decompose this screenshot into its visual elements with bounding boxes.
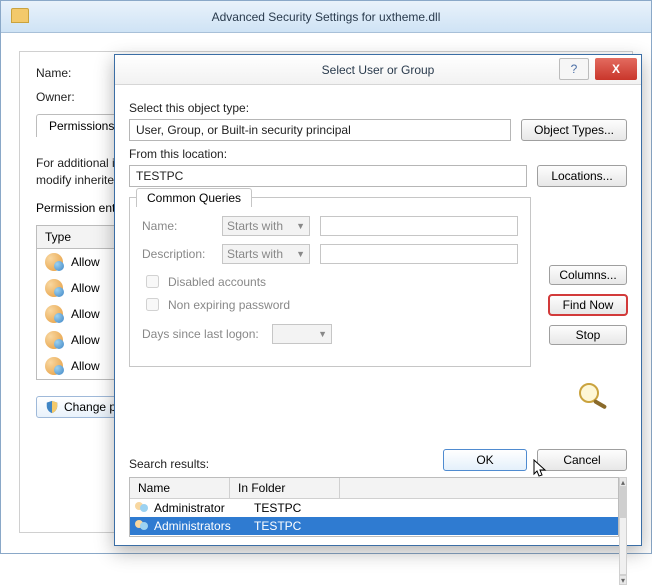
object-types-button[interactable]: Object Types... xyxy=(521,119,627,141)
cq-desc-label: Description: xyxy=(142,247,212,261)
folder-icon xyxy=(11,8,29,23)
principal-icon xyxy=(134,519,150,533)
search-results-label: Search results: xyxy=(129,457,209,471)
find-now-button[interactable]: Find Now xyxy=(549,295,627,315)
name-label: Name: xyxy=(36,66,106,80)
scrollbar-thumb[interactable] xyxy=(620,488,626,518)
chevron-down-icon: ▼ xyxy=(296,221,305,231)
stop-button[interactable]: Stop xyxy=(549,325,627,345)
help-button[interactable]: ? xyxy=(559,58,589,80)
user-group-icon xyxy=(45,357,63,375)
dialog-titlebar: Select User or Group ? X xyxy=(115,55,641,85)
object-type-label: Select this object type: xyxy=(129,101,627,115)
search-icon xyxy=(575,381,615,409)
result-row[interactable]: AdministratorTESTPC xyxy=(130,499,618,517)
col-folder[interactable]: In Folder xyxy=(230,478,340,498)
results-scrollbar[interactable] xyxy=(619,487,627,575)
chevron-down-icon: ▼ xyxy=(318,329,327,339)
non-expiring-checkbox[interactable]: Non expiring password xyxy=(142,295,518,314)
user-group-icon xyxy=(45,305,63,323)
chevron-down-icon: ▼ xyxy=(296,249,305,259)
select-user-group-dialog: Select User or Group ? X Select this obj… xyxy=(114,54,642,546)
tab-common-queries[interactable]: Common Queries xyxy=(136,188,252,207)
common-queries-panel: Common Queries Name: Starts with▼ Descri… xyxy=(129,197,531,367)
columns-button[interactable]: Columns... xyxy=(549,265,627,285)
name-mode-combo[interactable]: Starts with▼ xyxy=(222,216,310,236)
cursor-icon xyxy=(533,459,547,477)
close-button[interactable]: X xyxy=(595,58,637,80)
disabled-accounts-checkbox[interactable]: Disabled accounts xyxy=(142,272,518,291)
desc-input[interactable] xyxy=(320,244,518,264)
name-input[interactable] xyxy=(320,216,518,236)
owner-label: Owner: xyxy=(36,90,106,104)
cancel-button[interactable]: Cancel xyxy=(537,449,627,471)
bg-title: Advanced Security Settings for uxtheme.d… xyxy=(212,10,441,24)
ok-button[interactable]: OK xyxy=(443,449,527,471)
days-since-label: Days since last logon: xyxy=(142,327,262,341)
location-field[interactable]: TESTPC xyxy=(129,165,527,187)
result-row[interactable]: ALL APPLICA... xyxy=(130,535,618,537)
location-label: From this location: xyxy=(129,147,627,161)
search-results-list[interactable]: Name In Folder AdministratorTESTPCAdmini… xyxy=(129,477,619,537)
dialog-title: Select User or Group xyxy=(322,63,435,77)
bg-titlebar: Advanced Security Settings for uxtheme.d… xyxy=(1,1,651,33)
cq-name-label: Name: xyxy=(142,219,212,233)
col-name[interactable]: Name xyxy=(130,478,230,498)
locations-button[interactable]: Locations... xyxy=(537,165,627,187)
days-since-combo[interactable]: ▼ xyxy=(272,324,332,344)
shield-icon xyxy=(45,400,59,414)
user-group-icon xyxy=(45,331,63,349)
desc-mode-combo[interactable]: Starts with▼ xyxy=(222,244,310,264)
result-row[interactable]: AdministratorsTESTPC xyxy=(130,517,618,535)
scroll-down-button[interactable]: ▾ xyxy=(619,575,627,585)
type-header[interactable]: Type xyxy=(45,230,125,244)
user-group-icon xyxy=(45,253,63,271)
user-group-icon xyxy=(45,279,63,297)
object-type-field[interactable]: User, Group, or Built-in security princi… xyxy=(129,119,511,141)
principal-icon xyxy=(134,501,150,515)
scroll-up-button[interactable]: ▴ xyxy=(619,477,627,487)
